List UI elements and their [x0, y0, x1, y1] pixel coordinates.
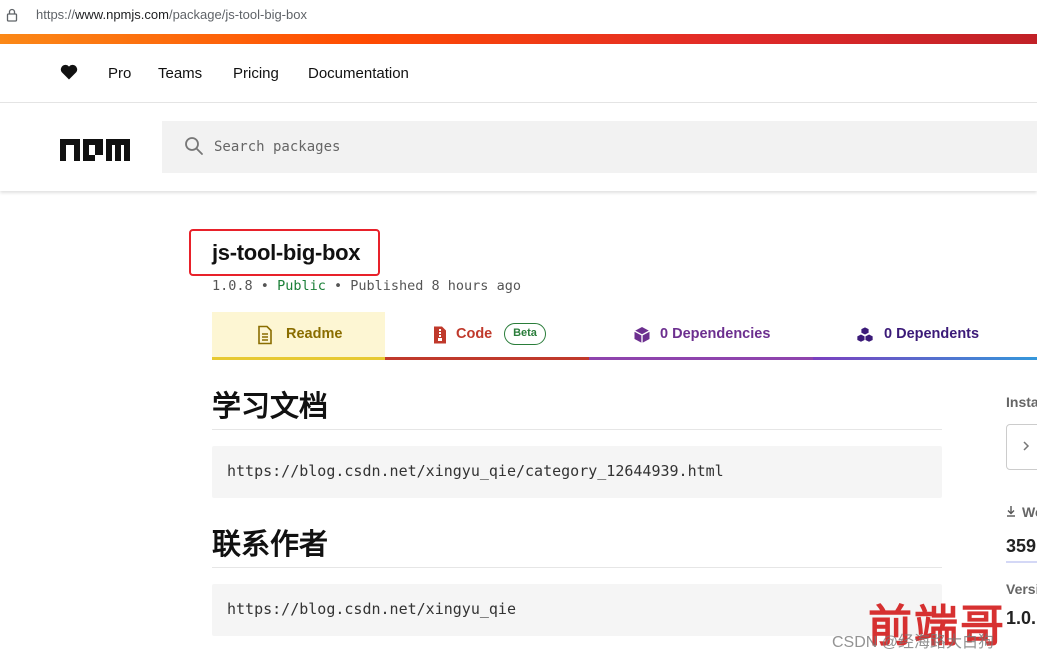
tab-dependents-label: 0 Dependents	[884, 326, 980, 342]
box-icon	[634, 327, 650, 343]
watermark-credit: CSDN @经海路大白狗	[832, 634, 995, 651]
code-text: https://blog.csdn.net/xingyu_qie	[227, 600, 516, 618]
divider	[212, 429, 942, 430]
version-label: Versi	[1006, 581, 1037, 597]
chevron-right-icon	[1023, 441, 1030, 451]
tab-dependencies[interactable]: 0 Dependencies	[589, 312, 813, 360]
heart-icon[interactable]	[60, 64, 78, 80]
readme-heading: 联系作者	[212, 527, 329, 561]
tab-readme-label: Readme	[286, 326, 343, 342]
package-version: 1.0.8	[212, 278, 253, 294]
meta-separator: •	[333, 278, 343, 294]
tab-dependencies-label: 0 Dependencies	[660, 326, 771, 342]
code-block: https://blog.csdn.net/xingyu_qie/categor…	[212, 446, 942, 498]
search-header	[0, 103, 1037, 191]
package-tabs: Readme Code Beta 0 Dependencies 0 Depend…	[212, 312, 1037, 360]
install-label: Insta	[1006, 394, 1037, 410]
url-host: www.npmjs.com	[75, 7, 169, 22]
search-box[interactable]	[162, 121, 1037, 173]
beta-badge: Beta	[504, 323, 546, 345]
tab-dependents[interactable]: 0 Dependents	[813, 312, 1037, 360]
version-value: 1.0.	[1006, 608, 1037, 628]
nav-link-pricing[interactable]: Pricing	[233, 65, 279, 82]
download-icon	[1007, 506, 1015, 517]
nav-link-teams[interactable]: Teams	[158, 65, 202, 82]
weekly-downloads-value: 359	[1006, 536, 1037, 556]
install-command-box[interactable]	[1006, 424, 1037, 470]
url-prefix: https://	[36, 7, 76, 22]
search-input[interactable]	[214, 131, 814, 163]
search-icon	[185, 137, 203, 155]
page: https://www.npmjs.com/package/js-tool-bi…	[0, 0, 1037, 656]
nav-link-documentation[interactable]: Documentation	[308, 65, 409, 82]
tab-code-label: Code	[456, 326, 493, 342]
lock-icon[interactable]	[6, 8, 18, 22]
tab-code[interactable]: Code Beta	[385, 312, 589, 360]
divider	[212, 567, 942, 568]
code-file-icon	[434, 326, 446, 344]
package-title: js-tool-big-box	[212, 240, 361, 265]
boxes-icon	[857, 327, 873, 342]
code-text: https://blog.csdn.net/xingyu_qie/categor…	[227, 462, 724, 480]
meta-separator: •	[260, 278, 269, 294]
downloads-sparkline	[1006, 561, 1037, 563]
url-text[interactable]: https://www.npmjs.com/package/js-tool-bi…	[36, 7, 307, 22]
url-path: /package/js-tool-big-box	[168, 7, 307, 22]
weekly-downloads-label: We	[1022, 504, 1037, 520]
npm-logo[interactable]	[60, 136, 130, 164]
visibility-label: Public	[277, 278, 326, 294]
top-nav: Pro Teams Pricing Documentation	[0, 44, 1037, 103]
document-icon	[258, 325, 272, 345]
readme-heading: 学习文档	[212, 389, 329, 423]
tab-readme[interactable]: Readme	[212, 312, 385, 360]
nav-link-pro[interactable]: Pro	[108, 65, 131, 82]
package-meta: 1.0.8 • Public • Published 8 hours ago	[212, 278, 521, 294]
published-time: Published 8 hours ago	[350, 278, 521, 294]
address-bar[interactable]: https://www.npmjs.com/package/js-tool-bi…	[0, 0, 1037, 32]
brand-gradient-bar	[0, 34, 1037, 44]
